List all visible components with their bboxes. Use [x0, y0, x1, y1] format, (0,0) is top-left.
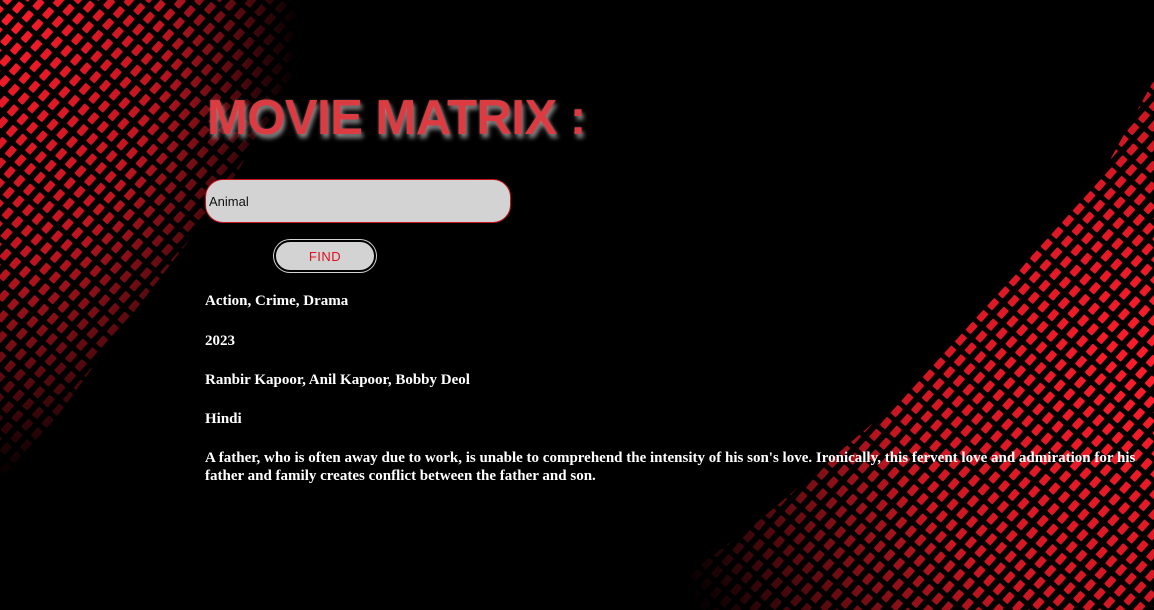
page-title: MOVIE MATRIX :	[207, 91, 586, 145]
find-button[interactable]: FIND	[274, 240, 376, 272]
movie-year: 2023	[205, 333, 235, 349]
movie-genre: Action, Crime, Drama	[205, 293, 349, 309]
movie-language: Hindi	[205, 411, 242, 427]
search-input[interactable]	[205, 179, 511, 223]
movie-plot: A father, who is often away due to work,…	[205, 450, 1136, 484]
app-window: MOVIE MATRIX : FIND Action, Crime, Drama…	[0, 0, 1154, 610]
movie-actors: Ranbir Kapoor, Anil Kapoor, Bobby Deol	[205, 372, 470, 388]
